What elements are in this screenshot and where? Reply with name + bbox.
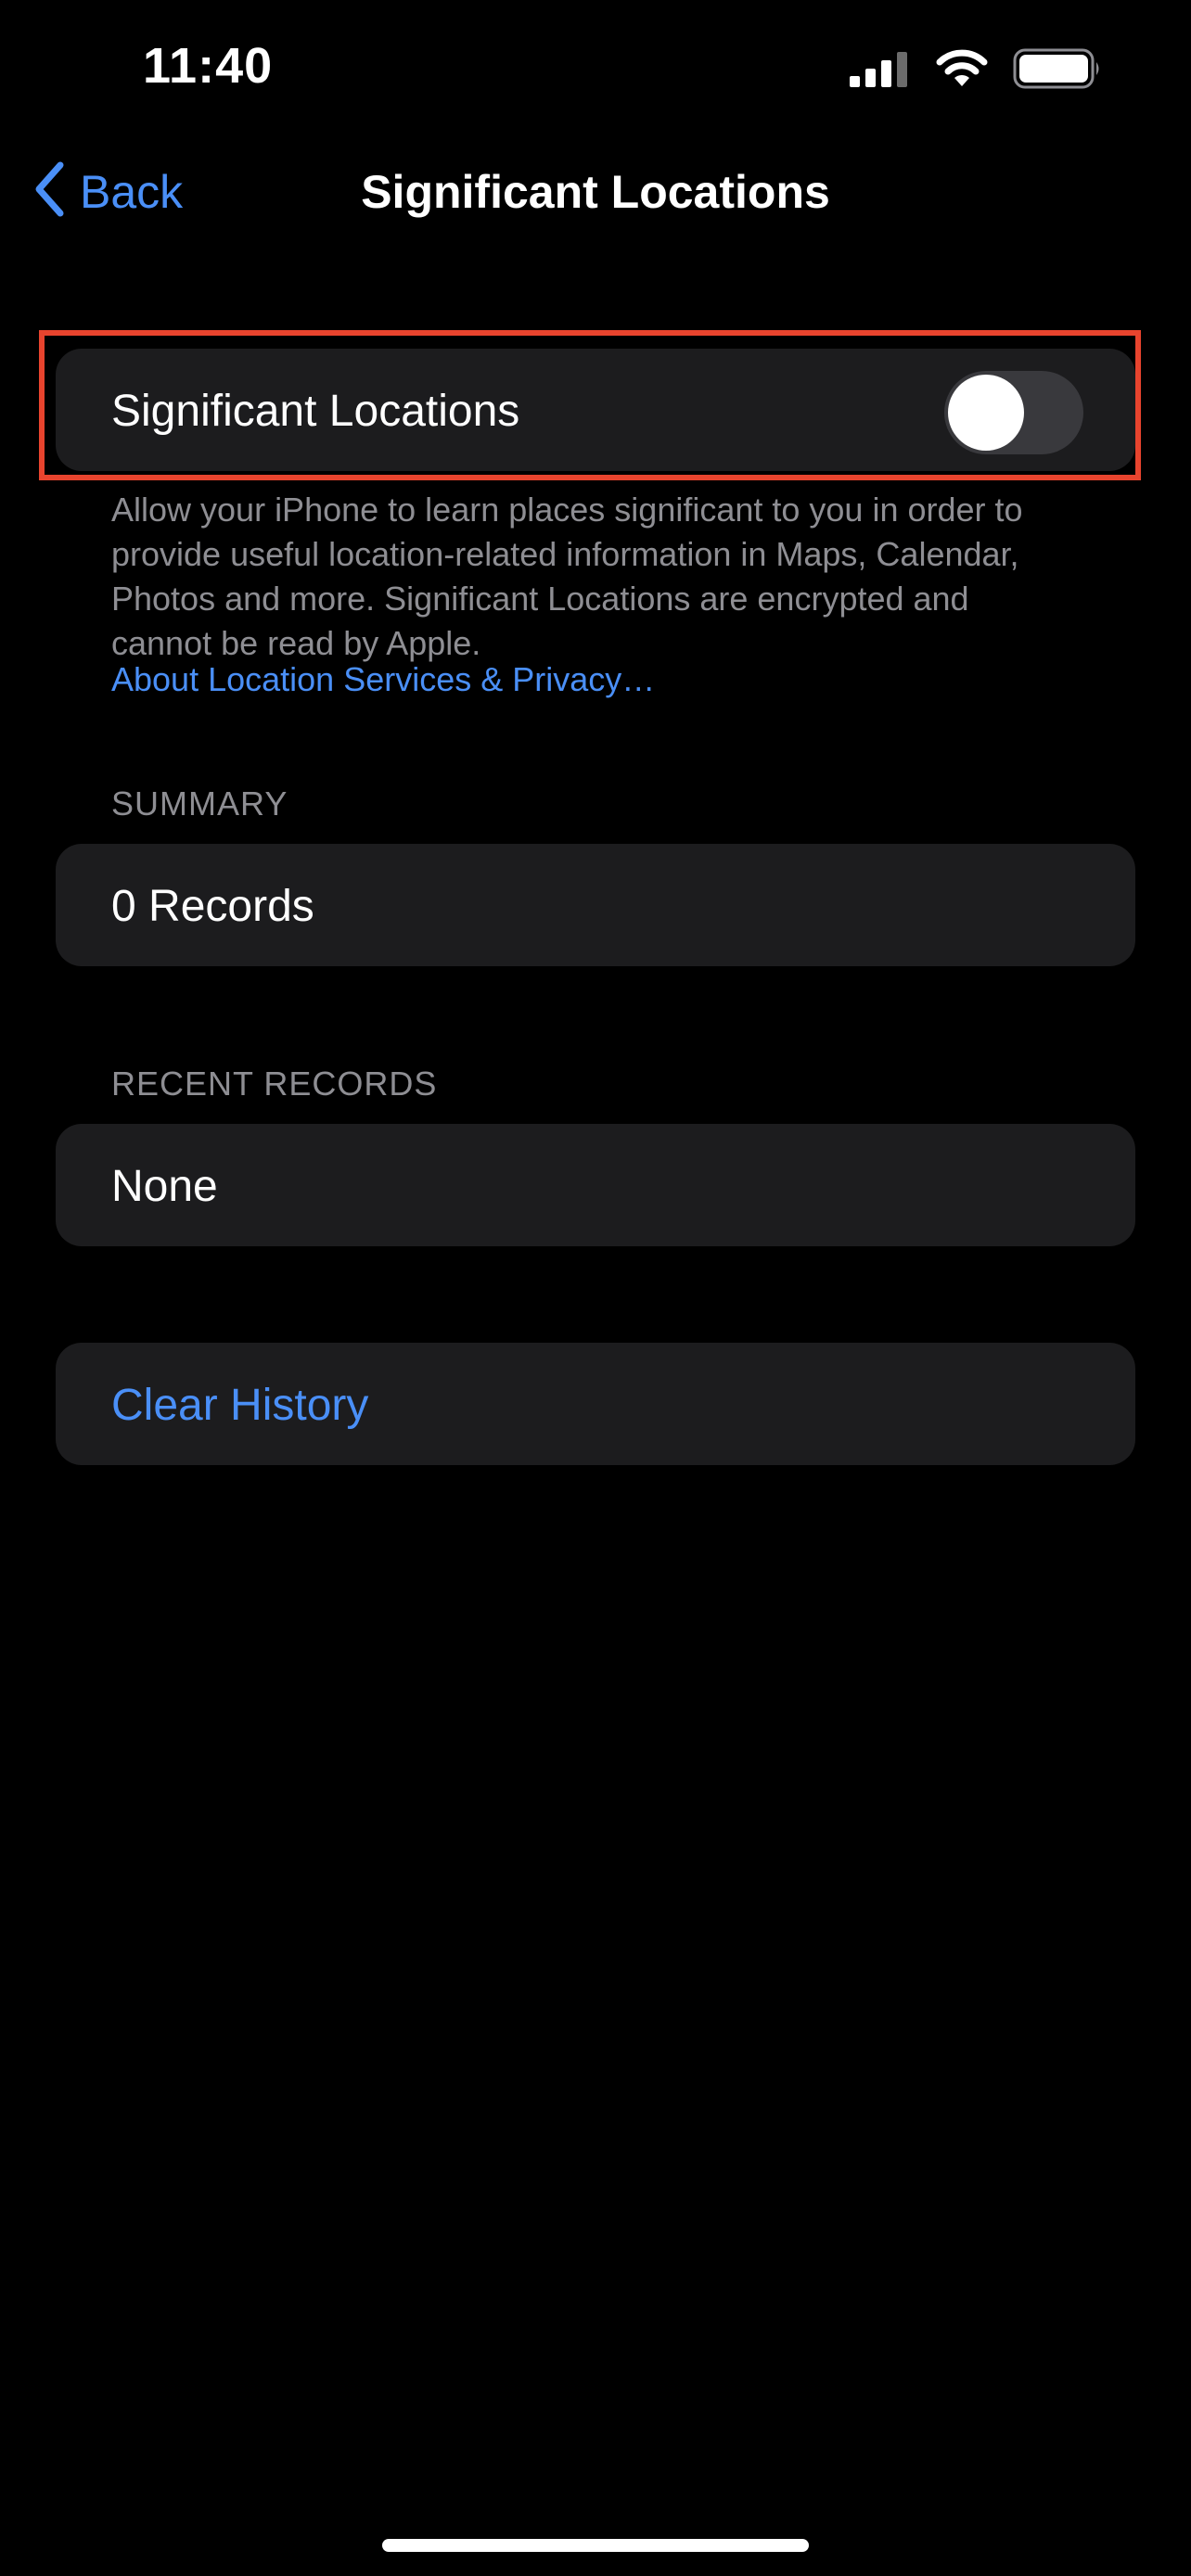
status-icons (850, 48, 1102, 94)
summary-cell[interactable]: 0 Records (56, 844, 1135, 966)
nav-bar: Back Significant Locations (0, 139, 1191, 250)
cellular-signal-icon (850, 50, 911, 92)
summary-header: SUMMARY (111, 784, 288, 823)
status-bar: 11:40 (0, 0, 1191, 139)
about-location-privacy-link[interactable]: About Location Services & Privacy… (111, 660, 655, 699)
highlight-box (39, 330, 1141, 480)
recent-records-header: RECENT RECORDS (111, 1065, 438, 1103)
recent-records-cell: None (56, 1124, 1135, 1246)
significant-locations-description: Allow your iPhone to learn places signif… (111, 491, 1023, 662)
wifi-icon (935, 49, 989, 93)
recent-records-value: None (111, 1162, 218, 1211)
clear-history-label: Clear History (111, 1381, 369, 1430)
clear-history-button[interactable]: Clear History (56, 1343, 1135, 1465)
home-indicator (382, 2539, 809, 2552)
page-title: Significant Locations (361, 166, 830, 218)
summary-value: 0 Records (111, 882, 314, 931)
status-time: 11:40 (143, 38, 274, 94)
battery-icon (1013, 48, 1102, 94)
